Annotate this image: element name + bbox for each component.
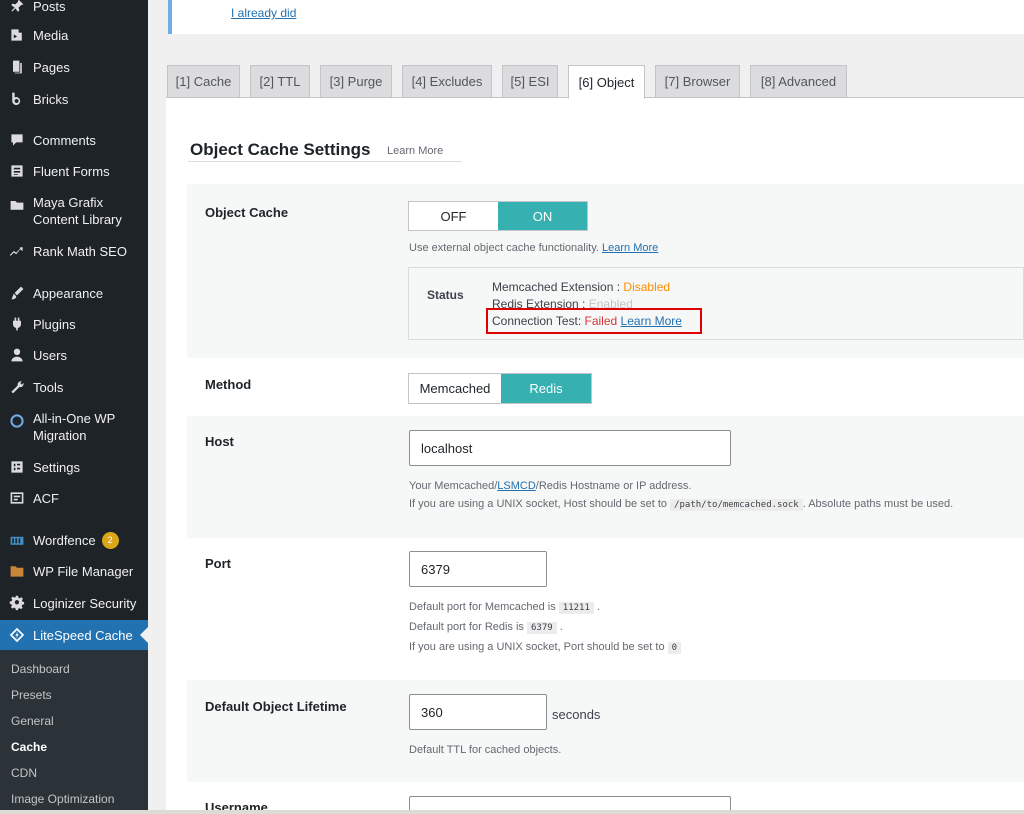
settings-icon — [7, 458, 26, 477]
tab-advanced[interactable]: [8] Advanced — [750, 65, 847, 98]
gear-icon — [7, 594, 26, 613]
tab-object[interactable]: [6] Object — [568, 65, 645, 99]
section-title: Object Cache Settings — [190, 140, 371, 159]
wrench-icon — [7, 378, 26, 397]
sidebar-item-comments[interactable]: Comments — [0, 130, 148, 150]
brush-icon — [7, 284, 26, 303]
pin-icon — [7, 0, 26, 16]
object-cache-toggle[interactable]: OFF ON — [408, 201, 588, 231]
row-lifetime — [187, 680, 1024, 782]
memcached-extension-status: Memcached Extension : Disabled — [492, 280, 671, 294]
port-label: Port — [205, 556, 231, 571]
method-memcached[interactable]: Memcached — [409, 374, 501, 403]
sidebar-item-pages[interactable]: Pages — [0, 57, 148, 77]
sidebar-item-tools[interactable]: Tools — [0, 377, 148, 397]
sidebar-item-media[interactable]: Media — [0, 25, 148, 45]
forms-icon — [7, 162, 26, 181]
sidebar-item-rank-math[interactable]: Rank Math SEO — [0, 241, 148, 261]
port-desc-2: Default port for Redis is 6379 . — [409, 621, 563, 634]
sidebar-item-settings[interactable]: Settings — [0, 457, 148, 477]
sidebar-item-appearance[interactable]: Appearance — [0, 283, 148, 303]
highlight-annotation — [486, 308, 702, 334]
port-desc-1: Default port for Memcached is 11211 . — [409, 601, 601, 614]
submenu-image-optimization[interactable]: Image Optimization — [11, 792, 114, 806]
lifetime-desc: Default TTL for cached objects. — [409, 744, 562, 756]
object-cache-on[interactable]: ON — [498, 202, 587, 230]
notification-badge: 2 — [101, 531, 119, 549]
tab-ttl[interactable]: [2] TTL — [250, 65, 310, 98]
section-title-underline — [188, 161, 462, 162]
object-cache-label: Object Cache — [205, 205, 289, 220]
sidebar-item-loginizer[interactable]: Loginizer Security — [0, 593, 148, 613]
bricks-icon — [7, 90, 26, 109]
host-desc-1: Your Memcached/LSMCD/Redis Hostname or I… — [409, 480, 692, 492]
litespeed-icon — [7, 626, 26, 645]
sidebar-item-wordfence[interactable]: Wordfence 2 — [0, 530, 148, 550]
sidebar-item-plugins[interactable]: Plugins — [0, 314, 148, 334]
host-desc-2: If you are using a UNIX socket, Host sho… — [409, 498, 954, 511]
admin-sidebar: Posts Media Pages Bricks Comments Fluent… — [0, 0, 148, 814]
tab-browser[interactable]: [7] Browser — [655, 65, 740, 98]
tab-cache[interactable]: [1] Cache — [167, 65, 240, 98]
sidebar-item-fluent-forms[interactable]: Fluent Forms — [0, 161, 148, 181]
already-did-link[interactable]: I already did — [231, 6, 296, 20]
submenu-cdn[interactable]: CDN — [11, 766, 37, 780]
lifetime-input[interactable]: 360 — [409, 694, 547, 730]
submenu-cache[interactable]: Cache — [11, 740, 47, 754]
sidebar-item-bricks[interactable]: Bricks — [0, 89, 148, 109]
sidebar-item-users[interactable]: Users — [0, 345, 148, 365]
admin-notice: I already did — [168, 0, 1024, 34]
wordfence-icon — [7, 531, 26, 550]
acf-icon — [7, 489, 26, 508]
media-icon — [7, 26, 26, 45]
plugin-icon — [7, 315, 26, 334]
object-cache-off[interactable]: OFF — [409, 202, 498, 230]
comments-icon — [7, 131, 26, 150]
submenu-dashboard[interactable]: Dashboard — [11, 662, 70, 676]
method-label: Method — [205, 377, 252, 392]
lifetime-unit: seconds — [552, 707, 601, 722]
port-desc-3: If you are using a UNIX socket, Port sho… — [409, 641, 682, 654]
object-cache-desc: Use external object cache functionality.… — [409, 242, 659, 254]
sidebar-item-acf[interactable]: ACF — [0, 488, 148, 508]
migration-icon — [7, 411, 26, 430]
chart-icon — [7, 242, 26, 261]
user-icon — [7, 346, 26, 365]
pages-icon — [7, 58, 26, 77]
status-label: Status — [427, 288, 464, 302]
submenu-presets[interactable]: Presets — [11, 688, 52, 702]
port-input[interactable]: 6379 — [409, 551, 547, 587]
host-input[interactable]: localhost — [409, 430, 731, 466]
section-learn-more-link[interactable]: Learn More — [387, 145, 443, 157]
object-cache-learn-more-link[interactable]: Learn More — [602, 242, 658, 254]
host-label: Host — [205, 434, 234, 449]
tab-excludes[interactable]: [4] Excludes — [402, 65, 492, 98]
sidebar-item-maya-grafix[interactable]: Maya Grafix Content Library — [0, 193, 148, 229]
submenu-general[interactable]: General — [11, 714, 54, 728]
tab-esi[interactable]: [5] ESI — [502, 65, 558, 98]
sidebar-item-wp-file-manager[interactable]: WP File Manager — [0, 561, 148, 581]
litespeed-submenu: Dashboard Presets General Cache CDN Imag… — [0, 650, 148, 814]
lsmcd-link[interactable]: LSMCD — [497, 480, 536, 492]
sidebar-item-aio-migration[interactable]: All-in-One WP Migration — [0, 409, 148, 445]
bottom-strip — [0, 810, 1024, 814]
sidebar-item-litespeed-cache[interactable]: LiteSpeed Cache — [0, 620, 148, 650]
method-toggle[interactable]: Memcached Redis — [408, 373, 592, 404]
folder-icon — [7, 195, 26, 214]
file-manager-icon — [7, 562, 26, 581]
tab-purge[interactable]: [3] Purge — [320, 65, 392, 98]
method-redis[interactable]: Redis — [501, 374, 591, 403]
lifetime-label: Default Object Lifetime — [205, 699, 347, 714]
sidebar-item-posts[interactable]: Posts — [0, 0, 148, 16]
memcached-status-value: Disabled — [623, 280, 671, 294]
